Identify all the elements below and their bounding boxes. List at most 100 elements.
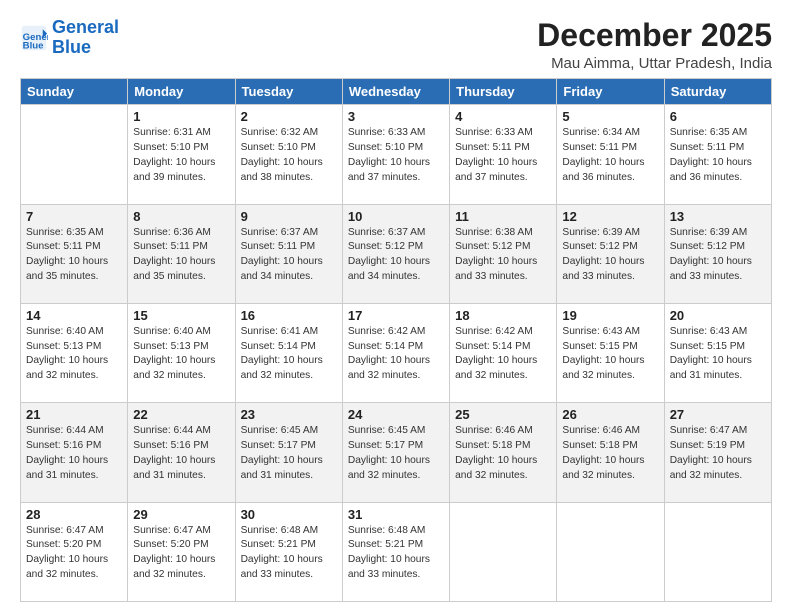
table-row: 13Sunrise: 6:39 AM Sunset: 5:12 PM Dayli… [664, 204, 771, 303]
day-number: 20 [670, 308, 766, 323]
day-number: 17 [348, 308, 444, 323]
day-info: Sunrise: 6:31 AM Sunset: 5:10 PM Dayligh… [133, 126, 229, 185]
calendar-table: Sunday Monday Tuesday Wednesday Thursday… [20, 78, 772, 602]
table-row: 22 Sunrise: 6:44 AM Sunset: 5:16 PM Dayli… [128, 403, 235, 502]
day-info: Sunrise: 6:35 AM Sunset: 5:11 PM Dayligh… [26, 226, 122, 285]
day-info: Sunrise: 6:34 AM Sunset: 5:11 PM Dayligh… [562, 126, 658, 185]
svg-text:Blue: Blue [23, 40, 44, 51]
table-row: 8 Sunrise: 6:36 AM Sunset: 5:11 PM Daylig… [128, 204, 235, 303]
day-number: 29 [133, 507, 229, 522]
day-info: Sunrise: 6:48 AM Sunset: 5:21 PM Dayligh… [348, 524, 444, 583]
table-row [664, 502, 771, 601]
day-number: 5 [562, 109, 658, 124]
day-number: 7 [26, 209, 122, 224]
calendar-week-row: 21Sunrise: 6:44 AM Sunset: 5:16 PM Dayli… [21, 403, 772, 502]
day-number: 8 [133, 209, 229, 224]
calendar-week-row: 1 Sunrise: 6:31 AM Sunset: 5:10 PM Daylig… [21, 105, 772, 204]
col-thursday: Thursday [450, 79, 557, 105]
day-info: Sunrise: 6:47 AM Sunset: 5:19 PM Dayligh… [670, 424, 766, 483]
table-row: 16 Sunrise: 6:41 AM Sunset: 5:14 PM Dayli… [235, 303, 342, 402]
calendar-week-row: 14 Sunrise: 6:40 AM Sunset: 5:13 PM Dayli… [21, 303, 772, 402]
table-row [21, 105, 128, 204]
table-row: 28Sunrise: 6:47 AM Sunset: 5:20 PM Dayli… [21, 502, 128, 601]
day-number: 12 [562, 209, 658, 224]
day-number: 26 [562, 407, 658, 422]
day-info: Sunrise: 6:43 AM Sunset: 5:15 PM Dayligh… [670, 325, 766, 384]
day-info: Sunrise: 6:47 AM Sunset: 5:20 PM Dayligh… [133, 524, 229, 583]
day-info: Sunrise: 6:37 AM Sunset: 5:12 PM Dayligh… [348, 226, 444, 285]
table-row: 14 Sunrise: 6:40 AM Sunset: 5:13 PM Dayli… [21, 303, 128, 402]
day-info: Sunrise: 6:32 AM Sunset: 5:10 PM Dayligh… [241, 126, 337, 185]
day-number: 22 [133, 407, 229, 422]
calendar-week-row: 7 Sunrise: 6:35 AM Sunset: 5:11 PM Daylig… [21, 204, 772, 303]
day-info: Sunrise: 6:40 AM Sunset: 5:13 PM Dayligh… [133, 325, 229, 384]
day-info: Sunrise: 6:46 AM Sunset: 5:18 PM Dayligh… [455, 424, 551, 483]
day-info: Sunrise: 6:35 AM Sunset: 5:11 PM Dayligh… [670, 126, 766, 185]
day-info: Sunrise: 6:39 AM Sunset: 5:12 PM Dayligh… [562, 226, 658, 285]
col-saturday: Saturday [664, 79, 771, 105]
location-subtitle: Mau Aimma, Uttar Pradesh, India [537, 55, 772, 72]
day-info: Sunrise: 6:33 AM Sunset: 5:10 PM Dayligh… [348, 126, 444, 185]
day-number: 18 [455, 308, 551, 323]
logo-line2: Blue [52, 37, 91, 57]
calendar-week-row: 28 Sunrise: 6:47 AM Sunset: 5:20 PM Dayli… [21, 502, 772, 601]
table-row: 11Sunrise: 6:38 AM Sunset: 5:12 PM Dayli… [450, 204, 557, 303]
col-tuesday: Tuesday [235, 79, 342, 105]
day-number: 2 [241, 109, 337, 124]
col-friday: Friday [557, 79, 664, 105]
day-info: Sunrise: 6:46 AM Sunset: 5:18 PM Dayligh… [562, 424, 658, 483]
day-number: 10 [348, 209, 444, 224]
day-info: Sunrise: 6:38 AM Sunset: 5:12 PM Dayligh… [455, 226, 551, 285]
table-row: 21Sunrise: 6:44 AM Sunset: 5:16 PM Dayli… [21, 403, 128, 502]
day-info: Sunrise: 6:33 AM Sunset: 5:11 PM Dayligh… [455, 126, 551, 185]
day-number: 27 [670, 407, 766, 422]
table-row: 27 Sunrise: 6:47 AM Sunset: 5:19 PM Dayli… [664, 403, 771, 502]
table-row: 10 Sunrise: 6:37 AM Sunset: 5:12 PM Dayli… [342, 204, 449, 303]
col-wednesday: Wednesday [342, 79, 449, 105]
logo: General Blue General Blue [20, 18, 119, 58]
table-row: 20 Sunrise: 6:43 AM Sunset: 5:15 PM Dayli… [664, 303, 771, 402]
day-info: Sunrise: 6:48 AM Sunset: 5:21 PM Dayligh… [241, 524, 337, 583]
day-number: 15 [133, 308, 229, 323]
table-row: 23Sunrise: 6:45 AM Sunset: 5:17 PM Dayli… [235, 403, 342, 502]
day-info: Sunrise: 6:45 AM Sunset: 5:17 PM Dayligh… [241, 424, 337, 483]
table-row: 5 Sunrise: 6:34 AM Sunset: 5:11 PM Daylig… [557, 105, 664, 204]
table-row: 2 Sunrise: 6:32 AM Sunset: 5:10 PM Daylig… [235, 105, 342, 204]
day-number: 30 [241, 507, 337, 522]
calendar-header-row: Sunday Monday Tuesday Wednesday Thursday… [21, 79, 772, 105]
table-row: 31Sunrise: 6:48 AM Sunset: 5:21 PM Dayli… [342, 502, 449, 601]
table-row: 17 Sunrise: 6:42 AM Sunset: 5:14 PM Dayli… [342, 303, 449, 402]
day-number: 4 [455, 109, 551, 124]
day-info: Sunrise: 6:36 AM Sunset: 5:11 PM Dayligh… [133, 226, 229, 285]
day-number: 6 [670, 109, 766, 124]
day-info: Sunrise: 6:44 AM Sunset: 5:16 PM Dayligh… [133, 424, 229, 483]
day-number: 16 [241, 308, 337, 323]
day-number: 28 [26, 507, 122, 522]
table-row: 30 Sunrise: 6:48 AM Sunset: 5:21 PM Dayli… [235, 502, 342, 601]
day-number: 25 [455, 407, 551, 422]
day-info: Sunrise: 6:45 AM Sunset: 5:17 PM Dayligh… [348, 424, 444, 483]
col-monday: Monday [128, 79, 235, 105]
table-row: 3 Sunrise: 6:33 AM Sunset: 5:10 PM Daylig… [342, 105, 449, 204]
table-row: 7 Sunrise: 6:35 AM Sunset: 5:11 PM Daylig… [21, 204, 128, 303]
table-row: 9 Sunrise: 6:37 AM Sunset: 5:11 PM Daylig… [235, 204, 342, 303]
day-number: 14 [26, 308, 122, 323]
table-row: 25 Sunrise: 6:46 AM Sunset: 5:18 PM Dayli… [450, 403, 557, 502]
table-row: 1 Sunrise: 6:31 AM Sunset: 5:10 PM Daylig… [128, 105, 235, 204]
table-row: 15 Sunrise: 6:40 AM Sunset: 5:13 PM Dayli… [128, 303, 235, 402]
table-row: 24 Sunrise: 6:45 AM Sunset: 5:17 PM Dayli… [342, 403, 449, 502]
month-title: December 2025 [537, 18, 772, 53]
logo-line1: General [52, 17, 119, 37]
table-row: 18Sunrise: 6:42 AM Sunset: 5:14 PM Dayli… [450, 303, 557, 402]
day-number: 24 [348, 407, 444, 422]
table-row [557, 502, 664, 601]
day-number: 1 [133, 109, 229, 124]
day-number: 9 [241, 209, 337, 224]
logo-text: General Blue [52, 18, 119, 58]
day-info: Sunrise: 6:37 AM Sunset: 5:11 PM Dayligh… [241, 226, 337, 285]
day-info: Sunrise: 6:40 AM Sunset: 5:13 PM Dayligh… [26, 325, 122, 384]
day-info: Sunrise: 6:41 AM Sunset: 5:14 PM Dayligh… [241, 325, 337, 384]
day-info: Sunrise: 6:42 AM Sunset: 5:14 PM Dayligh… [348, 325, 444, 384]
day-number: 3 [348, 109, 444, 124]
table-row: 12 Sunrise: 6:39 AM Sunset: 5:12 PM Dayli… [557, 204, 664, 303]
